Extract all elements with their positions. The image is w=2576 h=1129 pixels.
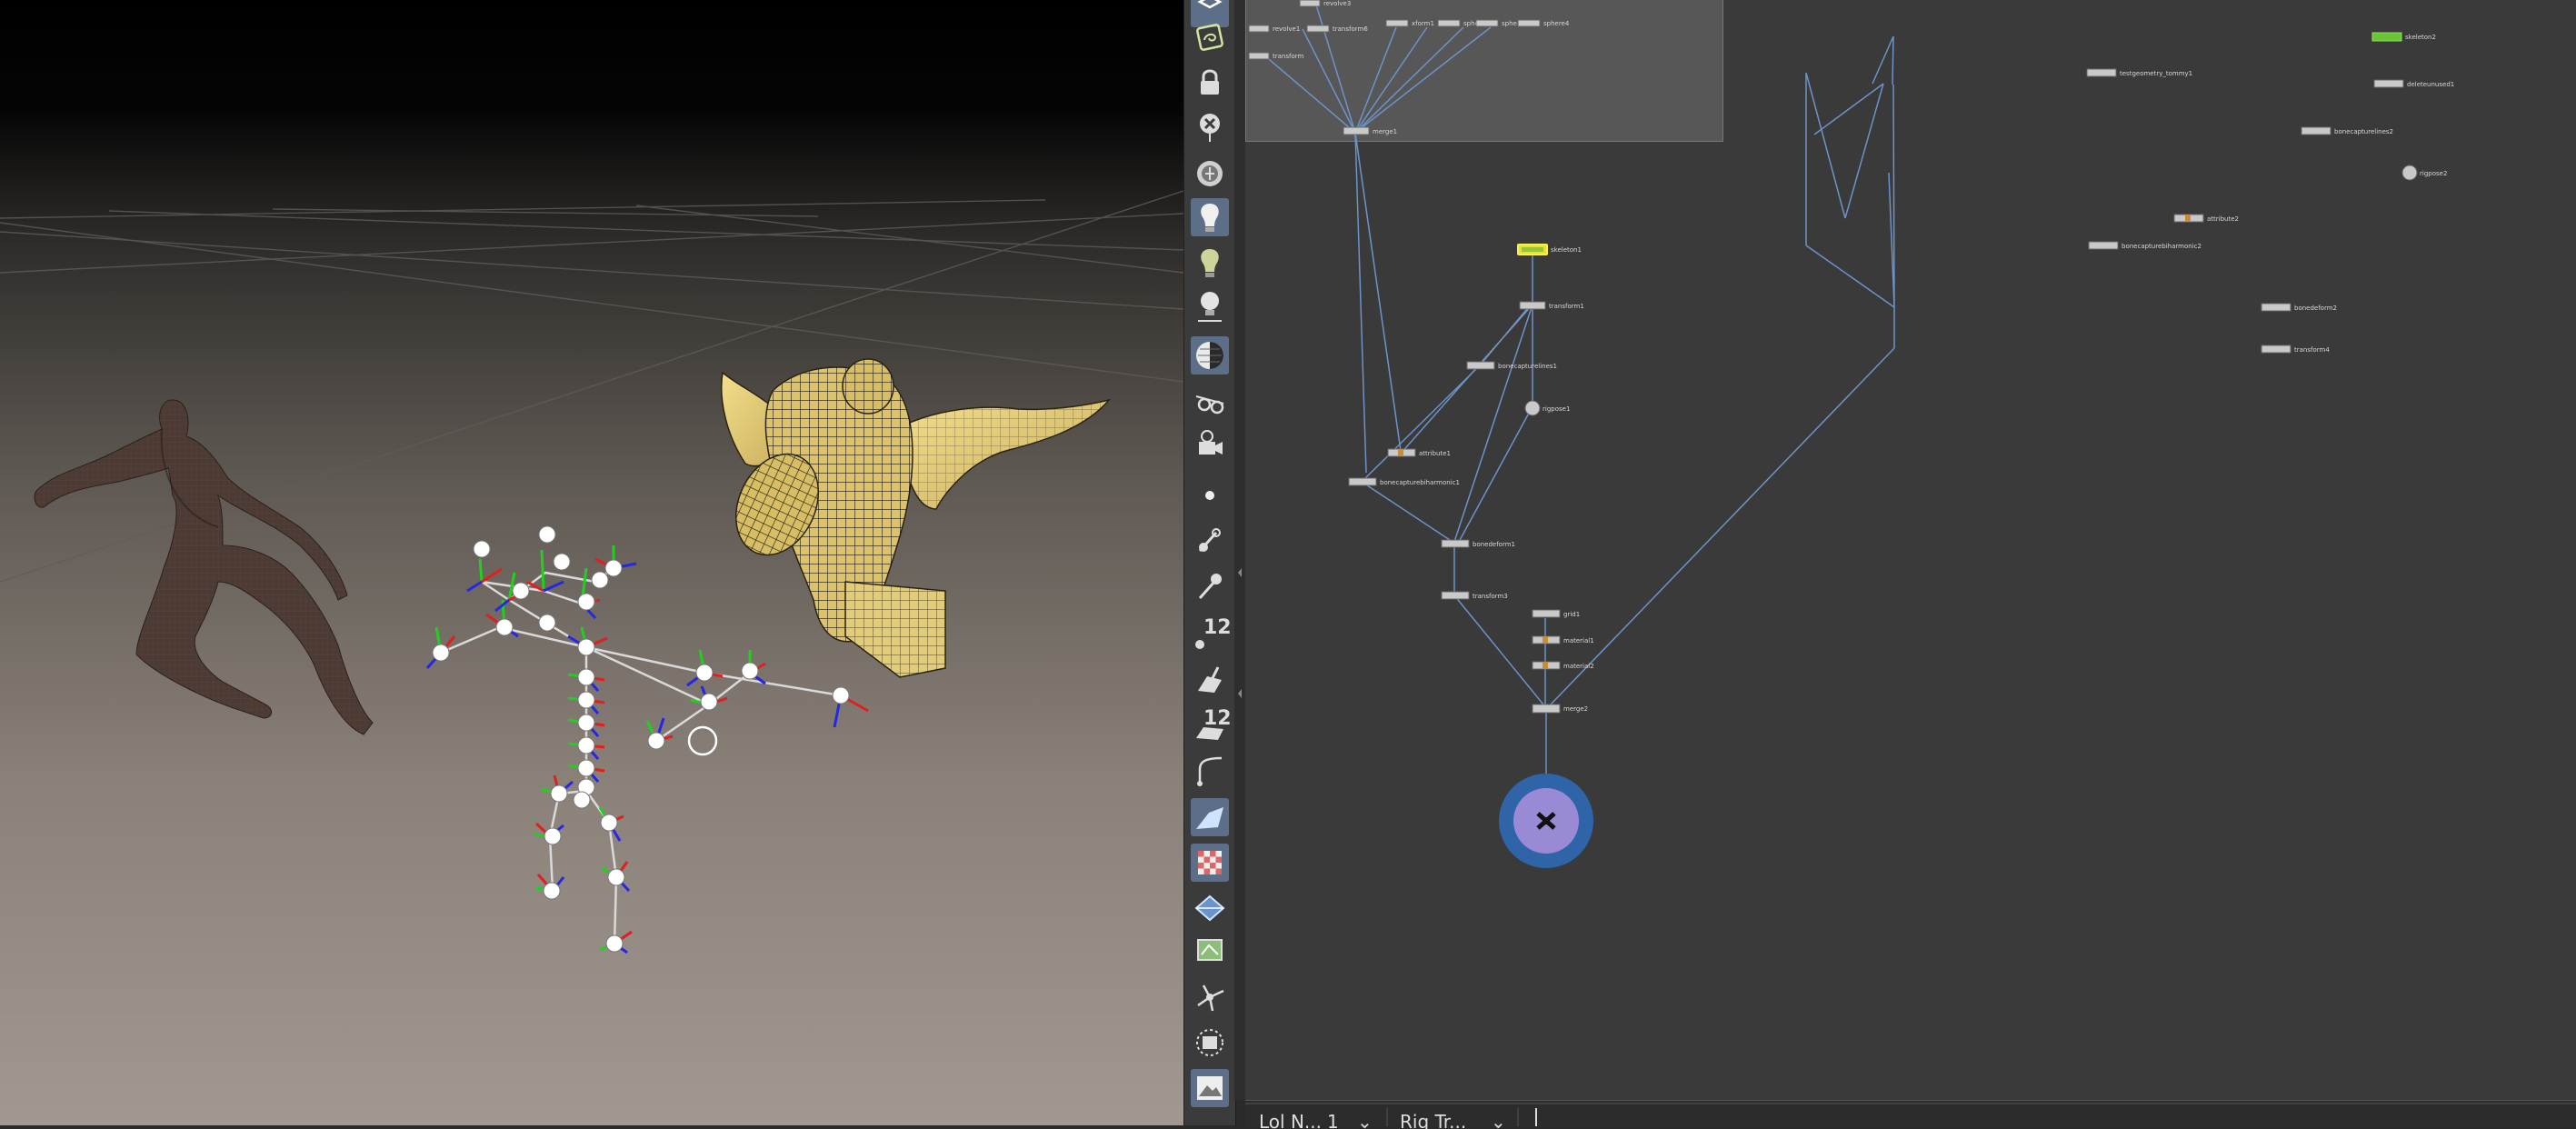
pin-icon[interactable] bbox=[1191, 567, 1229, 605]
svg-text:material1: material1 bbox=[1563, 637, 1594, 644]
ghost-icon[interactable] bbox=[1191, 155, 1229, 193]
display-icon[interactable] bbox=[1191, 931, 1229, 969]
svg-text:transform: transform bbox=[1273, 53, 1303, 60]
svg-text:bonedeform2: bonedeform2 bbox=[2294, 305, 2337, 312]
subnet-nodes: revolve3 revolve1 transform6 transform x… bbox=[1248, 0, 1570, 135]
sop-nodes: skeleton1 transform1 bonecapturelines1 r… bbox=[1348, 32, 2454, 714]
svg-text:testgeometry_tommy1: testgeometry_tommy1 bbox=[2120, 70, 2192, 77]
svg-text:revolve3: revolve3 bbox=[1323, 0, 1351, 7]
svg-text:skeleton2: skeleton2 bbox=[2405, 34, 2436, 41]
checker-icon[interactable] bbox=[1191, 844, 1229, 882]
vertex-count-icon[interactable]: 12 bbox=[1191, 614, 1232, 653]
svg-text:deleteunused1: deleteunused1 bbox=[2407, 81, 2454, 88]
svg-text:attribute2: attribute2 bbox=[2207, 215, 2239, 223]
shading-icon[interactable] bbox=[1191, 336, 1229, 375]
headlight-icon[interactable] bbox=[1191, 244, 1229, 282]
character-mesh bbox=[34, 399, 374, 735]
svg-text:revolve1: revolve1 bbox=[1273, 25, 1300, 33]
tab-value-1[interactable]: 1 bbox=[1327, 1111, 1339, 1129]
svg-text:material2: material2 bbox=[1563, 663, 1594, 670]
chevron-down-icon[interactable]: ⌄ bbox=[1357, 1111, 1373, 1129]
chevron-down-icon-2[interactable]: ⌄ bbox=[1491, 1111, 1506, 1129]
close-icon[interactable] bbox=[1191, 107, 1229, 145]
output-node bbox=[1499, 774, 1593, 868]
svg-text:transform3: transform3 bbox=[1473, 593, 1508, 600]
visibility-icon[interactable] bbox=[1191, 382, 1229, 420]
view-tool-icon[interactable] bbox=[1191, 18, 1229, 56]
creature-mesh bbox=[720, 358, 1112, 678]
svg-text:attribute1: attribute1 bbox=[1419, 450, 1451, 457]
svg-text:bonecapturelines2: bonecapturelines2 bbox=[2334, 128, 2393, 135]
lock-icon[interactable] bbox=[1191, 64, 1229, 102]
tab-label-2[interactable]: Rig Tr... bbox=[1400, 1111, 1466, 1129]
svg-text:sphere4: sphere4 bbox=[1543, 20, 1570, 27]
viewport-toolbar: 12 12 bbox=[1183, 0, 1236, 1125]
svg-text:xform1: xform1 bbox=[1412, 20, 1434, 27]
snap-icon[interactable] bbox=[1191, 978, 1229, 1016]
svg-text:transform4: transform4 bbox=[2294, 346, 2330, 354]
network-graph: revolve3 revolve1 transform6 transform x… bbox=[1248, 0, 2454, 868]
svg-text:merge1: merge1 bbox=[1373, 128, 1397, 135]
svg-text:rigpose1: rigpose1 bbox=[1543, 405, 1570, 413]
edge-display-icon[interactable] bbox=[1191, 520, 1229, 558]
cursor-ring bbox=[687, 725, 718, 756]
wires bbox=[1263, 1, 1895, 791]
svg-text:bonecapturelines1: bonecapturelines1 bbox=[1498, 363, 1557, 370]
svg-text:transform1: transform1 bbox=[1549, 303, 1584, 310]
camera-icon[interactable] bbox=[1191, 424, 1229, 462]
paint-icon[interactable] bbox=[1191, 660, 1229, 698]
svg-text:bonecapturebiharmonic1: bonecapturebiharmonic1 bbox=[1380, 479, 1460, 486]
skeleton-joint-axes bbox=[425, 545, 869, 954]
point-light-icon[interactable] bbox=[1191, 287, 1229, 325]
curve-icon[interactable] bbox=[1191, 751, 1229, 789]
svg-text:grid1: grid1 bbox=[1563, 611, 1580, 618]
svg-text:merge2: merge2 bbox=[1563, 705, 1588, 713]
ortho-icon[interactable] bbox=[1191, 889, 1229, 927]
svg-text:bonecapturebiharmonic2: bonecapturebiharmonic2 bbox=[2122, 243, 2202, 250]
lightbulb-icon[interactable] bbox=[1191, 198, 1229, 236]
face-count-icon[interactable]: 12 bbox=[1191, 705, 1232, 744]
tab-label-1[interactable]: Lol N... bbox=[1259, 1111, 1322, 1129]
svg-text:transform6: transform6 bbox=[1333, 25, 1368, 33]
scene-viewport[interactable] bbox=[0, 0, 1183, 1125]
point-display-icon[interactable] bbox=[1191, 476, 1229, 515]
background-image-icon[interactable] bbox=[1191, 1069, 1229, 1107]
node-network-editor[interactable]: revolve3 revolve1 transform6 transform x… bbox=[1245, 0, 2576, 1100]
svg-text:skeleton1: skeleton1 bbox=[1551, 246, 1582, 254]
viewport-scene bbox=[0, 190, 1183, 954]
draw-icon[interactable] bbox=[1191, 798, 1229, 836]
svg-text:rigpose2: rigpose2 bbox=[2420, 170, 2447, 177]
isolate-icon[interactable] bbox=[1191, 1024, 1229, 1062]
svg-text:bonedeform1: bonedeform1 bbox=[1473, 541, 1515, 548]
